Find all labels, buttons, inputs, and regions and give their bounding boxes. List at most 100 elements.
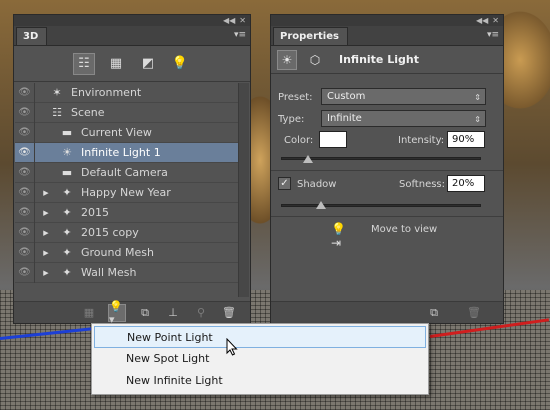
expand-arrow-icon[interactable]: ▶ xyxy=(41,269,51,277)
panel-topbar: ◀◀ ✕ xyxy=(14,15,250,26)
layer-label: Scene xyxy=(71,106,105,119)
mesh-icon: ✦ xyxy=(62,206,72,219)
expand-arrow-icon[interactable]: ▶ xyxy=(41,209,51,217)
add-light-button[interactable]: 💡▾ xyxy=(108,300,126,326)
light-properties-icon[interactable]: ☀ xyxy=(277,49,297,70)
intensity-input[interactable]: 90% xyxy=(447,131,485,148)
environment-icon: ✶ xyxy=(52,86,62,99)
collapse-icon[interactable]: ◀◀ xyxy=(476,16,488,25)
shadow-checkbox[interactable]: ✓ xyxy=(278,177,291,190)
eye-icon[interactable]: 👁 xyxy=(15,142,35,163)
softness-input[interactable]: 20% xyxy=(447,175,485,192)
layer-row[interactable]: 👁 ▶ ✦ Happy New Year xyxy=(15,182,239,203)
layer-row[interactable]: 👁 ▬ Current View xyxy=(15,122,239,143)
trash-icon[interactable]: 🗑 xyxy=(220,304,238,322)
panel-menu-icon[interactable]: ▾≡ xyxy=(487,30,499,40)
layer-label: Ground Mesh xyxy=(81,246,154,259)
render-icon[interactable]: ⧉ xyxy=(425,304,443,322)
menu-item[interactable]: New Spot Light xyxy=(94,348,426,370)
scene-icon: ☷ xyxy=(52,106,62,119)
bottom-toolbar: ▦ 💡▾ ⧉ ⊥ ⚲ 🗑 xyxy=(14,300,250,326)
properties-panel: ◀◀ ✕ Properties ▾≡ ☀ ⬡ Infinite Light Pr… xyxy=(270,14,504,324)
layer-label: Default Camera xyxy=(81,166,168,179)
mesh-filter-icon[interactable]: ▦ xyxy=(105,53,127,75)
light-filter-icon[interactable]: 💡 xyxy=(169,53,191,75)
panel-topbar: ◀◀ ✕ xyxy=(271,15,503,26)
move-to-view-icon[interactable]: 💡⇥ xyxy=(331,222,351,250)
updown-icon: ⇕ xyxy=(474,93,481,102)
mesh-icon: ✦ xyxy=(62,226,72,239)
shadow-label: Shadow xyxy=(297,179,337,190)
mesh-icon: ✦ xyxy=(62,266,72,279)
eye-icon[interactable]: 👁 xyxy=(15,182,35,203)
render-icon[interactable]: ⧉ xyxy=(136,304,154,322)
layer-label: Wall Mesh xyxy=(81,266,137,279)
layer-row[interactable]: 👁 ▬ Default Camera xyxy=(15,162,239,183)
layer-row[interactable]: 👁 ▶ ✦ Wall Mesh xyxy=(15,262,239,283)
softness-label: Softness: xyxy=(399,179,446,190)
layer-label: 2015 xyxy=(81,206,109,219)
expand-arrow-icon[interactable]: ▶ xyxy=(41,229,51,237)
layer-row[interactable]: 👁 ☷ Scene xyxy=(15,102,239,123)
new-light-menu: New Point Light New Spot Light New Infinit… xyxy=(91,323,429,395)
intensity-slider-thumb[interactable] xyxy=(303,155,313,163)
layer-row[interactable]: 👁 ☀ Infinite Light 1 xyxy=(15,142,239,163)
scene-filter-icon[interactable]: ☷ xyxy=(73,52,95,75)
preset-label: Preset: xyxy=(278,92,313,103)
color-swatch[interactable] xyxy=(319,131,347,148)
type-select[interactable]: Infinite ⇕ xyxy=(321,110,486,127)
layer-row[interactable]: 👁 ▶ ✦ 2015 xyxy=(15,202,239,223)
3d-panel: ◀◀ ✕ 3D ▾≡ ☷ ▦ ◩ 💡 👁 ✶ Environment 👁 ☷ Scene 👁… xyxy=(13,14,251,326)
updown-icon: ⇕ xyxy=(474,115,481,124)
close-icon[interactable]: ✕ xyxy=(239,16,246,25)
toggle-light-icon[interactable]: ⚲ xyxy=(192,304,210,322)
menu-item[interactable]: New Point Light xyxy=(94,326,426,348)
tab-3d[interactable]: 3D xyxy=(16,27,48,45)
softness-slider[interactable] xyxy=(281,204,481,207)
mouse-pointer-icon xyxy=(226,338,238,356)
layer-list: 👁 ✶ Environment 👁 ☷ Scene 👁 ▬ Current View 👁 ☀ Infi… xyxy=(15,82,239,295)
panel-menu-icon[interactable]: ▾≡ xyxy=(234,30,246,40)
eye-icon[interactable]: 👁 xyxy=(15,262,35,283)
type-value: Infinite xyxy=(327,113,362,124)
layer-row[interactable]: 👁 ✶ Environment xyxy=(15,82,239,103)
eye-icon[interactable]: 👁 xyxy=(15,122,35,143)
softness-slider-thumb[interactable] xyxy=(316,201,326,209)
move-to-view-button[interactable]: Move to view xyxy=(371,224,437,235)
bottom-toolbar: ⧉ 🗑 xyxy=(271,301,503,323)
eye-icon[interactable]: 👁 xyxy=(15,202,35,223)
tab-row: 3D ▾≡ xyxy=(14,26,250,46)
eye-icon[interactable]: 👁 xyxy=(15,162,35,183)
layer-label: Infinite Light 1 xyxy=(81,146,161,159)
tab-row: Properties ▾≡ xyxy=(271,26,503,46)
type-label: Type: xyxy=(278,114,305,125)
preset-value: Custom xyxy=(327,91,366,102)
camera-icon: ▬ xyxy=(61,166,73,179)
layer-row[interactable]: 👁 ▶ ✦ 2015 copy xyxy=(15,222,239,243)
scrollbar[interactable] xyxy=(238,83,249,297)
trash-icon[interactable]: 🗑 xyxy=(465,304,483,322)
coordinates-icon[interactable]: ⬡ xyxy=(305,50,325,70)
layer-row[interactable]: 👁 ▶ ✦ Ground Mesh xyxy=(15,242,239,263)
menu-item[interactable]: New Infinite Light xyxy=(94,370,426,392)
intensity-label: Intensity: xyxy=(398,135,445,146)
eye-icon[interactable]: 👁 xyxy=(15,222,35,243)
divider xyxy=(271,216,503,217)
eye-icon[interactable]: 👁 xyxy=(15,102,35,123)
tab-properties[interactable]: Properties xyxy=(273,27,348,45)
preset-select[interactable]: Custom ⇕ xyxy=(321,88,486,105)
mesh-icon: ✦ xyxy=(62,246,72,259)
properties-header: ☀ ⬡ Infinite Light xyxy=(271,46,503,74)
eye-icon[interactable]: 👁 xyxy=(15,242,35,263)
drop-to-plane-icon[interactable]: ⊥ xyxy=(164,304,182,322)
properties-title: Infinite Light xyxy=(339,53,419,66)
expand-arrow-icon[interactable]: ▶ xyxy=(41,249,51,257)
layer-label: Current View xyxy=(81,126,152,139)
mesh-icon[interactable]: ▦ xyxy=(80,304,98,322)
expand-arrow-icon[interactable]: ▶ xyxy=(41,189,51,197)
collapse-icon[interactable]: ◀◀ xyxy=(223,16,235,25)
divider xyxy=(271,170,503,171)
material-filter-icon[interactable]: ◩ xyxy=(137,53,159,75)
eye-icon[interactable]: 👁 xyxy=(15,82,35,103)
close-icon[interactable]: ✕ xyxy=(492,16,499,25)
